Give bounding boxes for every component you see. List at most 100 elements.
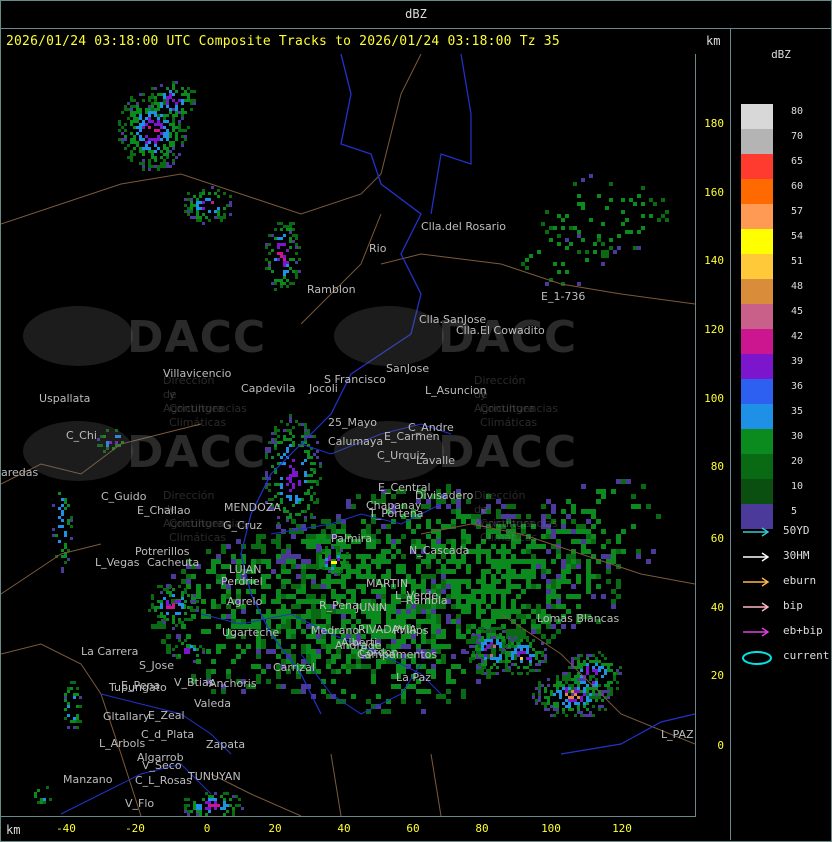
echo-cell <box>351 504 356 509</box>
echo-cell <box>307 489 310 492</box>
place-label: Clla.del Rosario <box>421 220 506 233</box>
echo-cell <box>656 514 661 519</box>
echo-cell <box>154 114 157 117</box>
echo-cell <box>416 524 421 529</box>
echo-cell <box>561 569 566 574</box>
radar-map[interactable]: DACC Dirección de Agricultura y Contingenc… <box>1 54 696 817</box>
boundary-line <box>330 753 342 816</box>
y-tick-label: 80 <box>710 460 724 473</box>
echo-cell <box>76 705 79 708</box>
echo-cell <box>653 202 657 206</box>
echo-cell <box>520 657 523 660</box>
echo-cell <box>277 435 280 438</box>
echo-cell <box>361 559 366 564</box>
echo-cell <box>562 687 565 690</box>
echo-cell <box>286 423 289 426</box>
echo-cell <box>597 194 601 198</box>
echo-cell <box>193 600 196 603</box>
echo-cell <box>568 708 571 711</box>
echo-cell <box>411 579 416 584</box>
echo-cell <box>187 207 190 210</box>
y-tick-label: 100 <box>704 392 724 405</box>
echo-cell <box>499 627 502 630</box>
echo-cell <box>178 99 181 102</box>
echo-cell <box>481 599 486 604</box>
arrow-icon <box>743 627 770 637</box>
legend-swatch <box>741 379 773 404</box>
echo-cell <box>190 201 193 204</box>
echo-cell <box>274 258 277 261</box>
echo-cell <box>611 589 616 594</box>
echo-cell <box>190 216 193 219</box>
echo-cell <box>160 591 163 594</box>
echo-cell <box>73 720 76 723</box>
echo-cell <box>154 606 157 609</box>
echo-cell <box>58 507 61 510</box>
echo-cell <box>616 579 621 584</box>
echo-cell <box>202 192 205 195</box>
echo-cell <box>641 186 645 190</box>
echo-cell <box>139 123 142 126</box>
echo-cell <box>601 654 604 657</box>
place-label: Rio <box>369 242 387 255</box>
echo-cell <box>376 664 381 669</box>
echo-cell <box>316 555 319 558</box>
echo-cell <box>64 699 67 702</box>
echo-cell <box>184 648 187 651</box>
echo-cell <box>64 693 67 696</box>
echo-cell <box>571 559 576 564</box>
echo-cell <box>547 699 550 702</box>
echo-cell <box>601 250 605 254</box>
echo-cell <box>592 675 595 678</box>
echo-cell <box>514 663 517 666</box>
echo-cell <box>220 795 223 798</box>
place-label: Agrelo <box>227 595 263 608</box>
echo-cell <box>491 649 496 654</box>
echo-cell <box>291 689 296 694</box>
echo-cell <box>307 453 310 456</box>
echo-cell <box>481 648 484 651</box>
echo-cell <box>169 165 172 168</box>
echo-cell <box>499 645 502 648</box>
echo-cell <box>58 516 61 519</box>
echo-cell <box>556 681 559 684</box>
legend-level-label: 70 <box>791 131 804 142</box>
echo-cell <box>609 246 613 250</box>
echo-cell <box>289 231 292 234</box>
echo-cell <box>166 165 169 168</box>
echo-cell <box>426 534 431 539</box>
echo-cell <box>246 644 251 649</box>
echo-cell <box>172 147 175 150</box>
echo-cell <box>506 569 511 574</box>
echo-cell <box>175 108 178 111</box>
echo-cell <box>341 574 346 579</box>
echo-cell <box>556 678 559 681</box>
echo-cell <box>205 807 208 810</box>
echo-cell <box>133 126 136 129</box>
echo-cell <box>160 123 163 126</box>
echo-cell <box>491 599 496 604</box>
echo-cell <box>496 549 501 554</box>
echo-cell <box>366 699 371 704</box>
echo-cell <box>277 243 280 246</box>
echo-cell <box>571 594 576 599</box>
echo-cell <box>501 559 506 564</box>
echo-cell <box>456 614 461 619</box>
echo-cell <box>316 483 319 486</box>
echo-cell <box>283 438 286 441</box>
arrow-icon <box>743 552 770 562</box>
echo-cell <box>586 657 589 660</box>
echo-cell <box>576 579 581 584</box>
place-label: Calumaya <box>328 435 384 448</box>
track-legend-item: eb+bip <box>741 624 831 640</box>
echo-cell <box>547 708 550 711</box>
echo-cell <box>196 659 201 664</box>
echo-cell <box>583 681 586 684</box>
echo-cell <box>151 87 154 90</box>
echo-cell <box>471 639 476 644</box>
echo-cell <box>172 144 175 147</box>
echo-cell <box>466 579 471 584</box>
echo-cell <box>538 690 541 693</box>
echo-cell <box>386 539 391 544</box>
echo-cell <box>346 664 351 669</box>
